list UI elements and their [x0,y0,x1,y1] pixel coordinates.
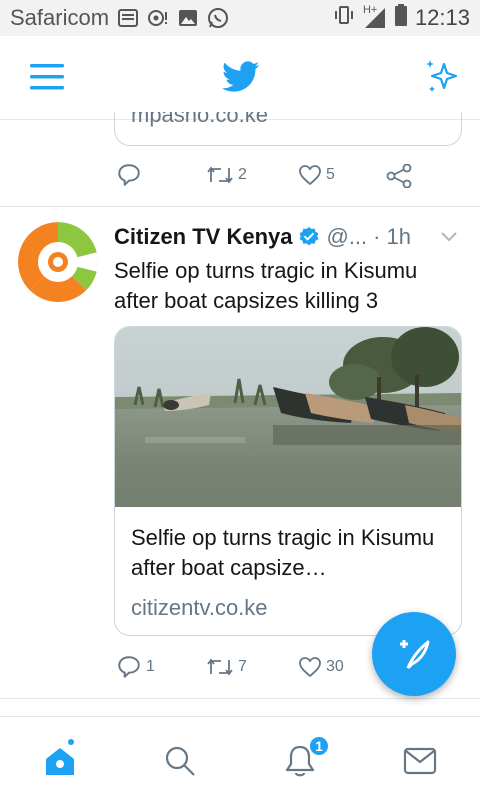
notifications-badge: 1 [308,735,330,757]
reply-count: 1 [146,658,155,675]
vibrate-icon [333,5,355,31]
tweet-text: Selfie op turns tragic in Kisumu after b… [114,258,418,313]
compose-feather-icon [400,640,430,670]
battery-icon [394,4,407,32]
status-bar: Safaricom H+ 12:13 [0,0,480,36]
tweet-header: Citizen TV Kenya @... · 1h [114,222,464,252]
share-icon [386,164,412,188]
heart-icon [299,657,321,678]
meta-separator: · [373,224,381,249]
author-handle[interactable]: @... [326,224,367,250]
signal-icon: H+ [363,4,387,28]
bottom-navigation: 1 [0,716,480,800]
clock: 12:13 [414,5,470,30]
retweet-icon [207,658,233,676]
like-count: 30 [326,658,344,675]
like-button[interactable]: 30 [298,656,344,678]
card-image [115,327,461,507]
card-title: Selfie op turns tragic in Kisumu after b… [131,525,435,580]
home-icon [46,748,74,775]
whatsapp-icon [207,7,229,29]
notification-alert-icon [147,7,169,29]
tweet-divider [0,698,480,699]
heart-icon [299,165,321,186]
search-tab[interactable] [160,741,200,781]
hamburger-menu-icon[interactable] [30,64,64,90]
previous-link-card[interactable]: mpasho.co.ke [114,112,462,146]
author-name[interactable]: Citizen TV Kenya [114,224,292,250]
sparkle-icon[interactable] [422,56,462,96]
share-button[interactable] [386,164,416,188]
like-button[interactable]: 5 [298,164,335,186]
retweet-count: 2 [238,166,247,183]
message-icon [117,7,139,29]
card-domain: citizentv.co.ke [131,595,268,620]
retweet-button[interactable]: 2 [206,164,247,186]
avatar[interactable] [18,222,98,302]
link-preview-card[interactable]: Selfie op turns tragic in Kisumu after b… [114,326,462,636]
previous-card-url: mpasho.co.ke [131,112,268,127]
home-unread-dot [68,739,74,745]
reply-icon [118,656,140,678]
carrier-name: Safaricom [10,5,110,30]
reply-button[interactable] [116,162,146,188]
retweet-count: 7 [238,658,247,675]
reply-icon [118,164,140,186]
tweet-divider [0,206,480,207]
twitter-bird-icon[interactable] [222,60,260,94]
reply-button[interactable]: 1 [116,654,155,680]
tweet-timestamp: 1h [386,224,411,249]
like-count: 5 [326,166,335,183]
top-app-bar [0,36,480,120]
mail-icon [403,747,437,775]
home-tab[interactable] [40,741,80,781]
retweet-icon [207,166,233,184]
status-bar-right: H+ 12:13 [333,4,470,32]
network-type: H+ [362,4,378,16]
compose-tweet-button[interactable] [372,612,456,696]
gallery-icon [177,7,199,29]
verified-badge-icon [300,227,319,246]
chevron-down-icon[interactable] [440,230,458,242]
retweet-button[interactable]: 7 [206,656,247,678]
messages-tab[interactable] [400,741,440,781]
search-icon [165,746,195,776]
